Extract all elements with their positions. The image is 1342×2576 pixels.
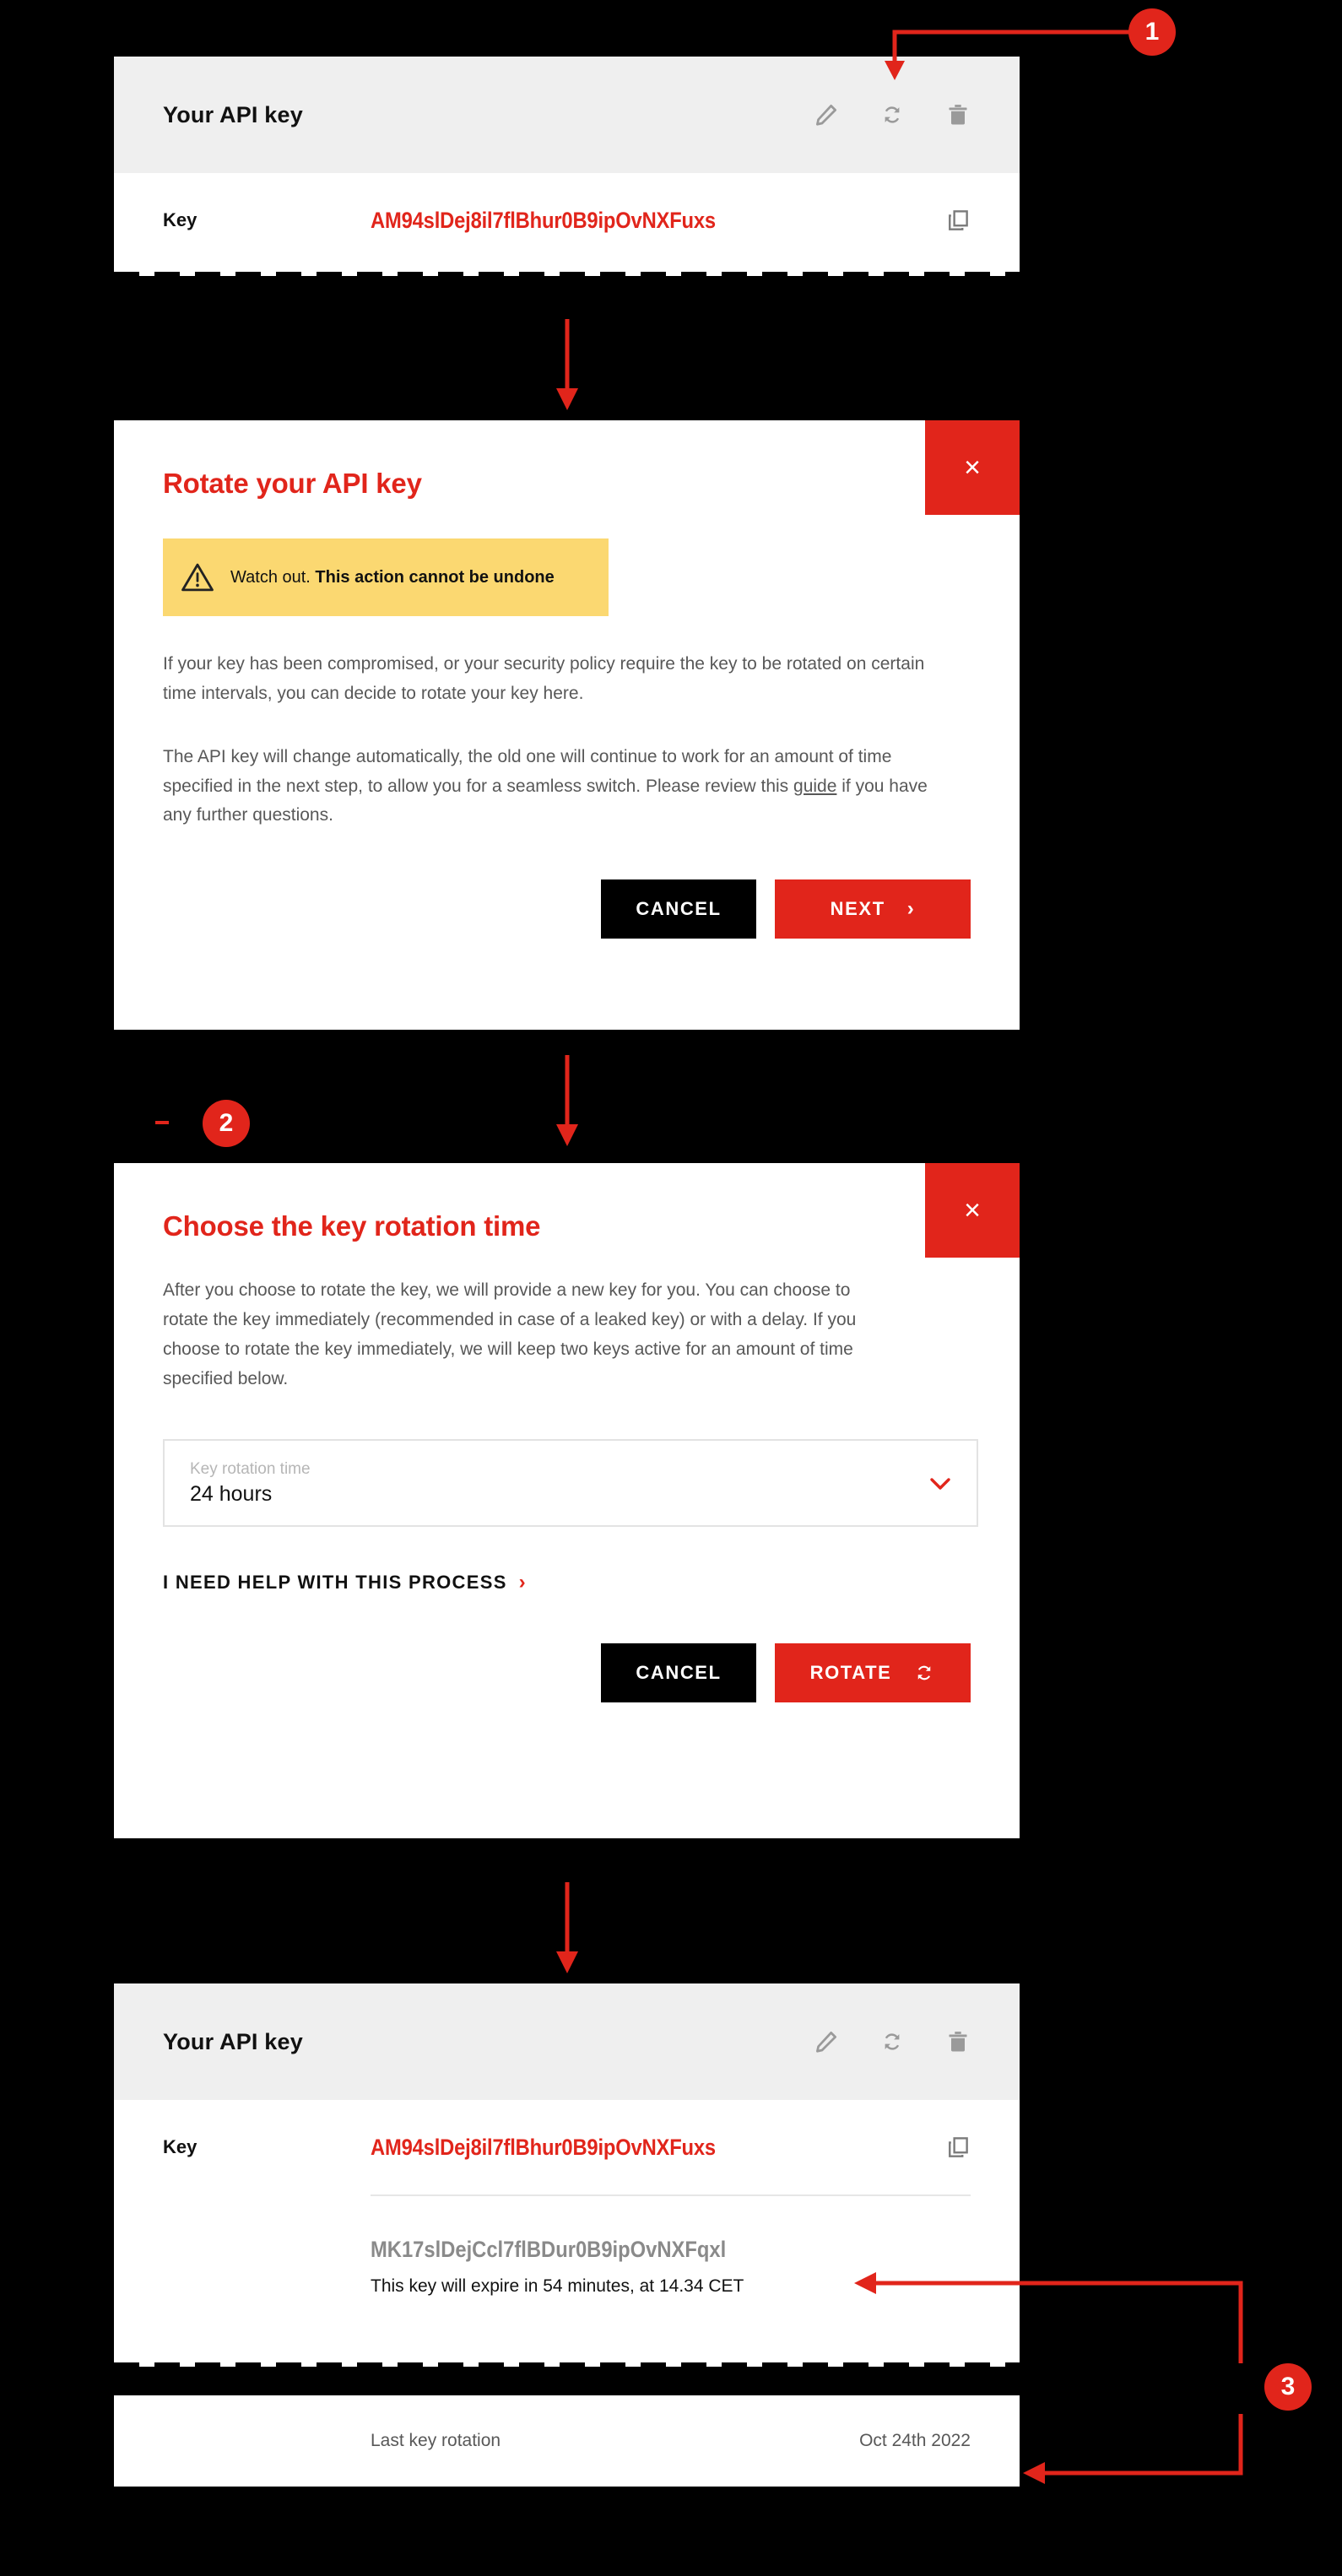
- card-header-top: Your API key: [114, 57, 1020, 173]
- key-label: Key: [163, 209, 198, 230]
- rotate-button[interactable]: ROTATE: [775, 1643, 971, 1703]
- rotation-time-modal-body: Choose the key rotation time After you c…: [114, 1163, 1020, 1750]
- help-process-link[interactable]: I NEED HELP WITH THIS PROCESS ›: [163, 1571, 527, 1594]
- rotate-refresh-icon[interactable]: [879, 102, 905, 127]
- warning-strong: This action cannot be undone: [315, 567, 555, 587]
- cancel-button[interactable]: CANCEL: [601, 1643, 756, 1703]
- old-key-block: MK17slDejCcl7flBDur0B9ipOvNXFqxl This ke…: [114, 2196, 1020, 2297]
- key-label: Key: [163, 2136, 198, 2157]
- rotate-modal-body: Rotate your API key Watch out. This acti…: [114, 420, 1020, 986]
- rotation-time-paragraph: After you choose to rotate the key, we w…: [163, 1280, 857, 1388]
- rotate-button-label: ROTATE: [809, 1662, 892, 1684]
- trash-delete-icon[interactable]: [945, 102, 971, 127]
- api-key-value: AM94slDej8il7flBhur0B9ipOvNXFuxs: [371, 2134, 716, 2160]
- copy-icon[interactable]: [945, 2135, 971, 2160]
- rotate-key-modal: × Rotate your API key Watch out. This ac…: [114, 420, 1020, 1030]
- card-header-actions: [814, 102, 971, 127]
- api-key-card-bottom: Your API key Key AM94slDej8il7flBhur0B9i…: [114, 1983, 1020, 2367]
- card-title: Your API key: [163, 2028, 303, 2054]
- api-key-value: AM94slDej8il7flBhur0B9ipOvNXFuxs: [371, 207, 716, 233]
- last-key-rotation-value: Oct 24th 2022: [859, 2431, 971, 2450]
- rotation-time-modal-actions: CANCEL ROTATE: [163, 1643, 971, 1750]
- rotate-refresh-icon[interactable]: [879, 2029, 905, 2054]
- key-rotation-time-select[interactable]: Key rotation time 24 hours: [163, 1439, 978, 1528]
- select-label: Key rotation time: [190, 1459, 311, 1478]
- copy-icon[interactable]: [945, 208, 971, 233]
- modal-title: Choose the key rotation time: [163, 1210, 541, 1242]
- edit-pencil-icon[interactable]: [814, 2029, 839, 2054]
- chevron-right-icon: ›: [906, 897, 916, 921]
- cancel-button[interactable]: CANCEL: [601, 879, 756, 939]
- chevron-down-icon[interactable]: [929, 1472, 951, 1494]
- next-button[interactable]: NEXT ›: [775, 879, 971, 939]
- rotate-modal-actions: CANCEL NEXT ›: [163, 879, 971, 986]
- card-bottom-dashed-edge: [114, 272, 1020, 276]
- guide-link[interactable]: guide: [793, 777, 836, 796]
- close-icon[interactable]: ×: [925, 1163, 1020, 1258]
- warning-triangle-icon: [180, 560, 215, 595]
- annotation-badge-1: 1: [1128, 8, 1176, 56]
- rotation-time-modal: × Choose the key rotation time After you…: [114, 1163, 1020, 1838]
- key-row-bottom: Key AM94slDej8il7flBhur0B9ipOvNXFuxs: [114, 2100, 1020, 2194]
- modal-title: Rotate your API key: [163, 468, 422, 499]
- edit-pencil-icon[interactable]: [814, 102, 839, 127]
- annotation-badge-3: 3: [1264, 2363, 1312, 2411]
- annotated-flow-canvas: 1 2 3 Your API key Key AM94slDej8il7flBh…: [0, 0, 1342, 2576]
- old-key-expiry-note: This key will expire in 54 minutes, at 1…: [371, 2276, 744, 2296]
- warning-text: Watch out. This action cannot be undone: [230, 568, 555, 587]
- annotation-badge-2: 2: [203, 1100, 250, 1147]
- select-value: 24 hours: [190, 1481, 273, 1506]
- paragraph-2-before: The API key will change automatically, t…: [163, 746, 892, 796]
- next-button-label: NEXT: [830, 898, 885, 920]
- rotate-paragraph-1: If your key has been compromised, or you…: [163, 654, 925, 703]
- rotate-refresh-icon: [913, 1662, 935, 1684]
- card-header-actions: [814, 2029, 971, 2054]
- api-key-card-top: Your API key Key AM94slDej8il7flBhur0B9i…: [114, 57, 1020, 276]
- trash-delete-icon[interactable]: [945, 2029, 971, 2054]
- card-header-bottom: Your API key: [114, 1983, 1020, 2100]
- card-title: Your API key: [163, 101, 303, 127]
- key-row-top: Key AM94slDej8il7flBhur0B9ipOvNXFuxs: [114, 173, 1020, 268]
- close-icon[interactable]: ×: [925, 420, 1020, 515]
- last-key-rotation-label: Last key rotation: [371, 2431, 501, 2450]
- last-key-rotation-card: Last key rotation Oct 24th 2022: [114, 2395, 1020, 2487]
- warning-banner: Watch out. This action cannot be undone: [163, 538, 609, 616]
- card-bottom-dashed-edge: [114, 2362, 1020, 2367]
- last-key-rotation-row: Last key rotation Oct 24th 2022: [114, 2395, 1020, 2487]
- warning-prefix: Watch out.: [230, 567, 316, 587]
- rotate-paragraph-2: The API key will change automatically, t…: [163, 743, 948, 831]
- help-link-label: I NEED HELP WITH THIS PROCESS: [163, 1572, 507, 1594]
- chevron-right-icon: ›: [518, 1571, 527, 1594]
- select-texts: Key rotation time 24 hours: [190, 1460, 311, 1507]
- old-api-key-value: MK17slDejCcl7flBDur0B9ipOvNXFqxl: [371, 2237, 727, 2262]
